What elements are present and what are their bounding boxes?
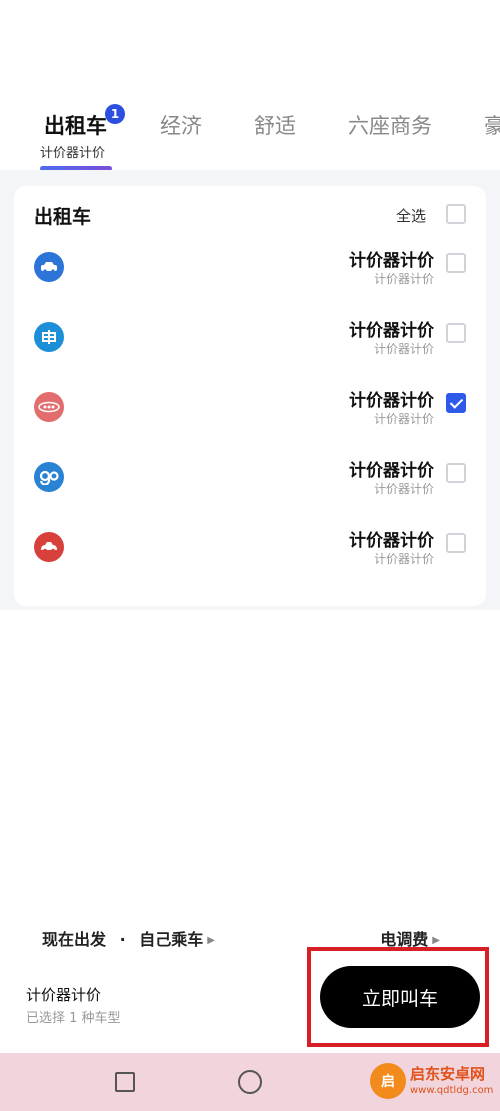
call-car-button[interactable]: 立即叫车 (320, 966, 480, 1028)
tab-luxury[interactable]: 豪 (484, 110, 500, 140)
row-checkbox[interactable] (446, 533, 466, 553)
row-price: 计价器计价 (349, 461, 434, 481)
row-checkbox[interactable] (446, 323, 466, 343)
row-checkbox[interactable] (446, 463, 466, 483)
caret-right-icon: ▶ (207, 935, 215, 946)
row-subtitle: 计价器计价 (373, 482, 434, 496)
tab-comfort[interactable]: 舒适 (254, 110, 296, 140)
vehicle-type-tabs: 出租车 1 计价器计价 经济 舒适 六座商务 豪 (0, 100, 500, 180)
select-all-checkbox[interactable] (446, 204, 466, 224)
caret-right-icon: ▶ (432, 935, 440, 946)
system-nav-bar: 启 启东安卓网 www.qdtldg.com (0, 1053, 500, 1111)
taxi-options-card: 出租车 全选 计价器计价 计价器计价 计价器计价 计价器计价 计价器计价 计价器… (14, 186, 486, 606)
row-subtitle: 计价器计价 (373, 412, 434, 426)
tab-taxi-badge: 1 (105, 104, 125, 124)
watermark-url: www.qdtldg.com (410, 1085, 494, 1096)
row-price: 计价器计价 (349, 391, 434, 411)
list-item[interactable]: 计价器计价 计价器计价 (14, 376, 486, 446)
home-icon[interactable] (238, 1070, 262, 1094)
list-item[interactable]: 计价器计价 计价器计价 (14, 446, 486, 516)
select-all-label[interactable]: 全选 (396, 205, 426, 226)
shen-taxi-icon (34, 322, 64, 352)
list-item[interactable]: 计价器计价 计价器计价 (14, 516, 486, 586)
tab-taxi[interactable]: 出租车 1 (44, 104, 125, 140)
car-icon (34, 252, 64, 282)
tab-taxi-sublabel: 计价器计价 (40, 146, 106, 161)
summary-selection-count: 已选择 1 种车型 (26, 1011, 121, 1026)
taxi-logo-icon (34, 392, 64, 422)
tab-economy[interactable]: 经济 (160, 110, 202, 140)
list-item[interactable]: 计价器计价 计价器计价 (14, 306, 486, 376)
watermark-title: 启东安卓网 (410, 1065, 486, 1083)
summary-price: 计价器计价 (26, 986, 102, 1004)
separator-dot: · (119, 930, 126, 949)
row-subtitle: 计价器计价 (373, 342, 434, 356)
row-checkbox-checked[interactable] (446, 393, 466, 413)
row-subtitle: 计价器计价 (373, 272, 434, 286)
list-item[interactable]: 计价器计价 计价器计价 (14, 236, 486, 306)
red-car-icon (34, 532, 64, 562)
watermark-logo-icon: 启 (370, 1063, 406, 1099)
rider-label[interactable]: 自己乘车 (139, 930, 203, 949)
row-price: 计价器计价 (349, 531, 434, 551)
tab-taxi-label: 出租车 (44, 114, 107, 138)
card-title: 出租车 (34, 206, 92, 228)
watermark: 启 启东安卓网 www.qdtldg.com (370, 1061, 495, 1105)
trip-options[interactable]: 现在出发 · 自己乘车 ▶ (42, 926, 215, 950)
recent-apps-icon[interactable] (115, 1072, 135, 1092)
row-price: 计价器计价 (349, 251, 434, 271)
tab-six-seat-business[interactable]: 六座商务 (348, 110, 432, 140)
row-checkbox[interactable] (446, 253, 466, 273)
row-price: 计价器计价 (349, 321, 434, 341)
row-subtitle: 计价器计价 (373, 552, 434, 566)
depart-time-label[interactable]: 现在出发 (42, 930, 106, 949)
go-icon (34, 462, 64, 492)
